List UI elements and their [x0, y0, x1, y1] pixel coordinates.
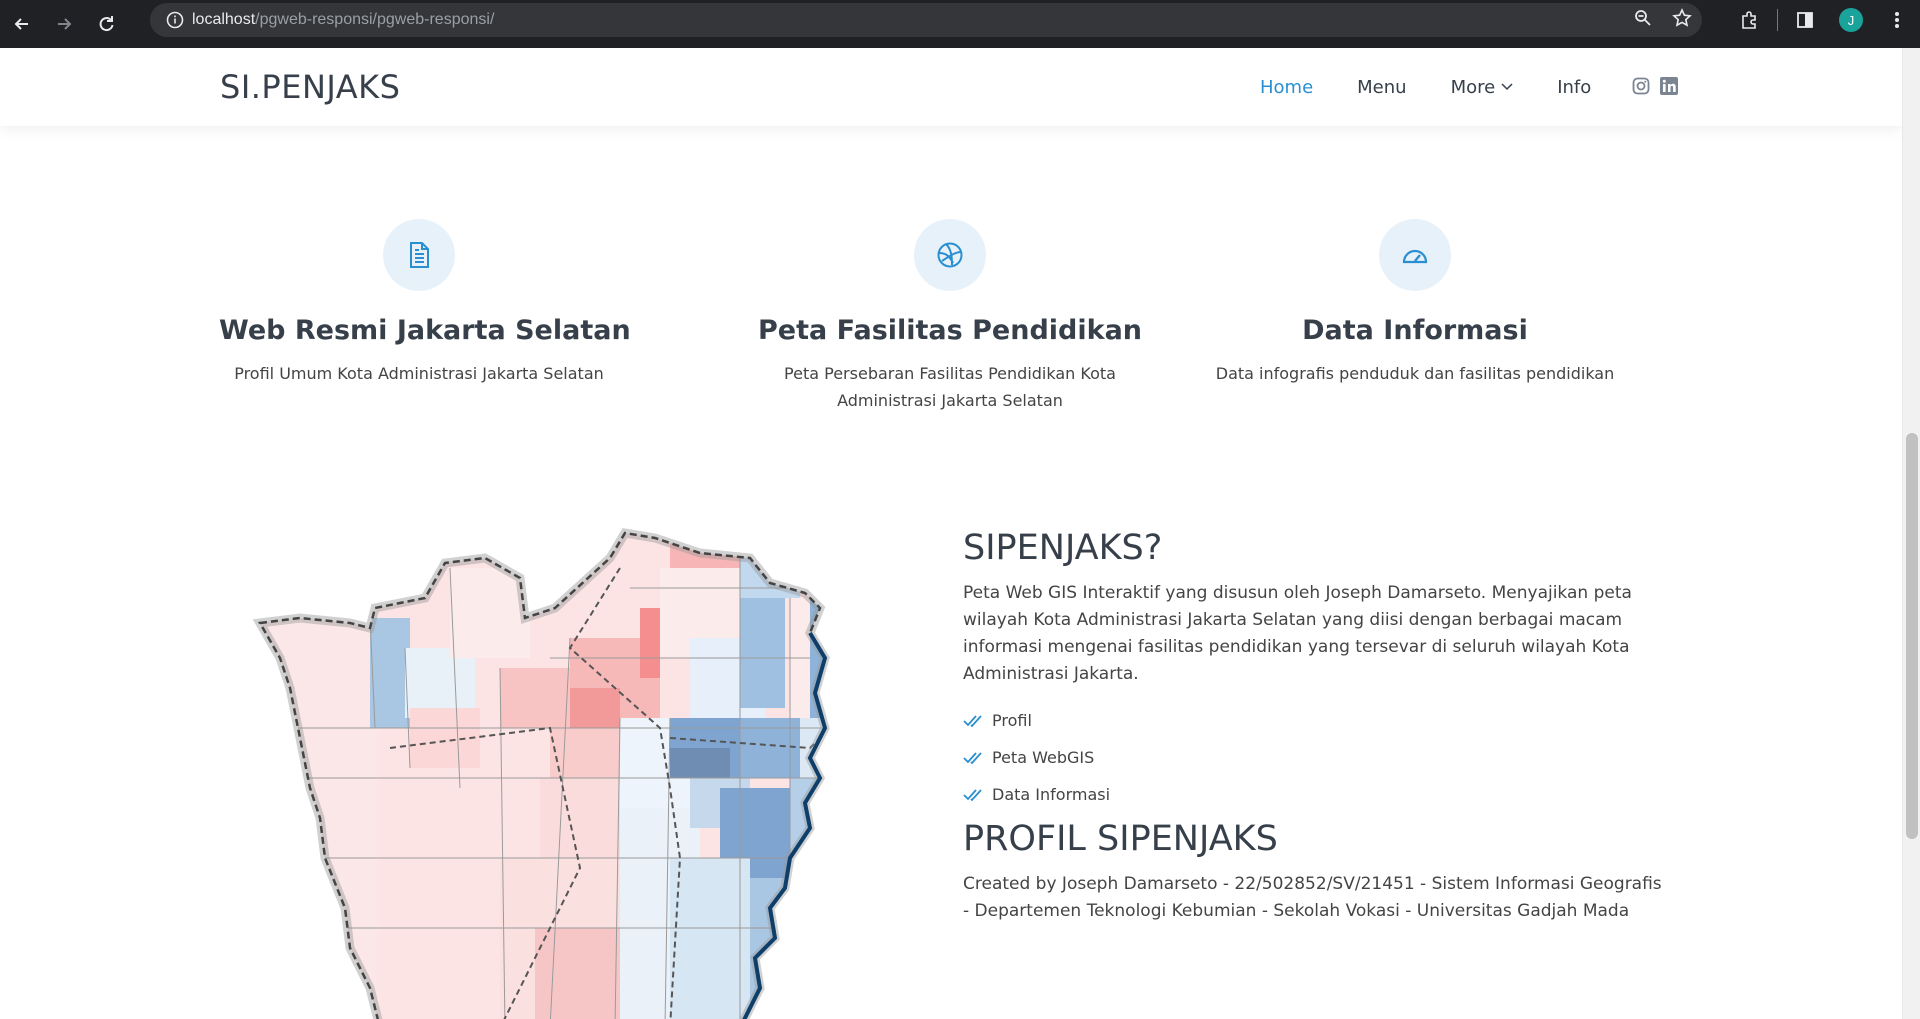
list-item-label: Peta WebGIS [992, 748, 1095, 767]
double-check-icon [963, 788, 982, 801]
double-check-icon [963, 714, 982, 727]
main-nav: Home Menu More Info [1260, 48, 1635, 126]
document-icon [410, 242, 429, 268]
nav-more-label: More [1450, 76, 1496, 98]
feature-description: Data infografis penduduk dan fasilitas p… [1215, 364, 1615, 383]
nav-menu[interactable]: Menu [1357, 77, 1406, 98]
side-panel-icon[interactable] [1782, 2, 1828, 38]
list-item: Profil [963, 702, 1663, 739]
toolbar-separator [1777, 9, 1778, 31]
feature-description: Profil Umum Kota Administrasi Jakarta Se… [234, 364, 604, 383]
about-title: SIPENJAKS? [963, 528, 1163, 568]
zoom-icon[interactable] [1634, 9, 1652, 32]
nav-info[interactable]: Info [1557, 77, 1591, 98]
scrollbar-thumb[interactable] [1906, 433, 1918, 839]
list-item-label: Data Informasi [992, 785, 1111, 804]
site-header: SI.PENJAKS Home Menu More Info [0, 48, 1902, 126]
address-bar[interactable]: localhost/pgweb-responsi/pgweb-responsi/ [150, 3, 1702, 37]
social-links [1632, 77, 1678, 100]
list-item: Data Informasi [963, 776, 1663, 813]
forward-icon[interactable] [44, 6, 84, 42]
feature-icon-circle [914, 219, 986, 291]
site-info-icon[interactable] [158, 11, 192, 29]
reload-icon[interactable] [86, 6, 126, 42]
extensions-icon[interactable] [1727, 2, 1773, 38]
browser-toolbar: localhost/pgweb-responsi/pgweb-responsi/… [0, 0, 1920, 48]
profile-avatar[interactable]: J [1828, 2, 1874, 38]
feature-title: Peta Fasilitas Pendidikan [757, 315, 1143, 346]
nav-more[interactable]: More [1451, 77, 1514, 98]
list-item: Peta WebGIS [963, 739, 1663, 776]
double-check-icon [963, 751, 982, 764]
jakarta-selatan-map-image [252, 528, 830, 1019]
nav-home[interactable]: Home [1260, 77, 1313, 98]
feature-icon-circle [1379, 219, 1451, 291]
bookmark-star-icon[interactable] [1672, 7, 1692, 33]
page-scrollbar[interactable] [1902, 48, 1920, 1019]
instagram-icon[interactable] [1632, 77, 1650, 100]
back-icon[interactable] [2, 6, 42, 42]
about-description: Peta Web GIS Interaktif yang disusun ole… [963, 583, 1632, 684]
basketball-icon [937, 242, 963, 268]
list-item-label: Profil [992, 711, 1032, 730]
feature-description: Peta Persebaran Fasilitas Pendidikan Kot… [784, 364, 1116, 410]
speedometer-icon [1402, 249, 1428, 264]
feature-peta-fasilitas[interactable]: Peta Fasilitas Pendidikan Peta Persebara… [740, 219, 1160, 414]
site-logo[interactable]: SI.PENJAKS [220, 68, 400, 106]
feature-icon-circle [383, 219, 455, 291]
profile-description: Created by Joseph Damarseto - 22/502852/… [963, 874, 1662, 921]
menu-dots-icon[interactable] [1874, 2, 1920, 38]
url-text: localhost/pgweb-responsi/pgweb-responsi/ [192, 11, 495, 28]
profile-title: PROFIL SIPENJAKS [963, 819, 1278, 859]
feature-web-resmi[interactable]: Web Resmi Jakarta Selatan Profil Umum Ko… [219, 219, 631, 387]
feature-title: Data Informasi [1302, 315, 1528, 346]
about-feature-list: Profil Peta WebGIS Data Informasi [963, 702, 1663, 813]
linkedin-icon[interactable] [1660, 77, 1678, 100]
feature-title: Web Resmi Jakarta Selatan [219, 315, 631, 346]
chevron-down-icon [1501, 83, 1513, 91]
page-viewport: SI.PENJAKS Home Menu More Info Web Resmi… [0, 48, 1902, 1019]
about-section: SIPENJAKS? Peta Web GIS Interaktif yang … [963, 528, 1663, 925]
feature-data-informasi[interactable]: Data Informasi Data infografis penduduk … [1205, 219, 1625, 387]
